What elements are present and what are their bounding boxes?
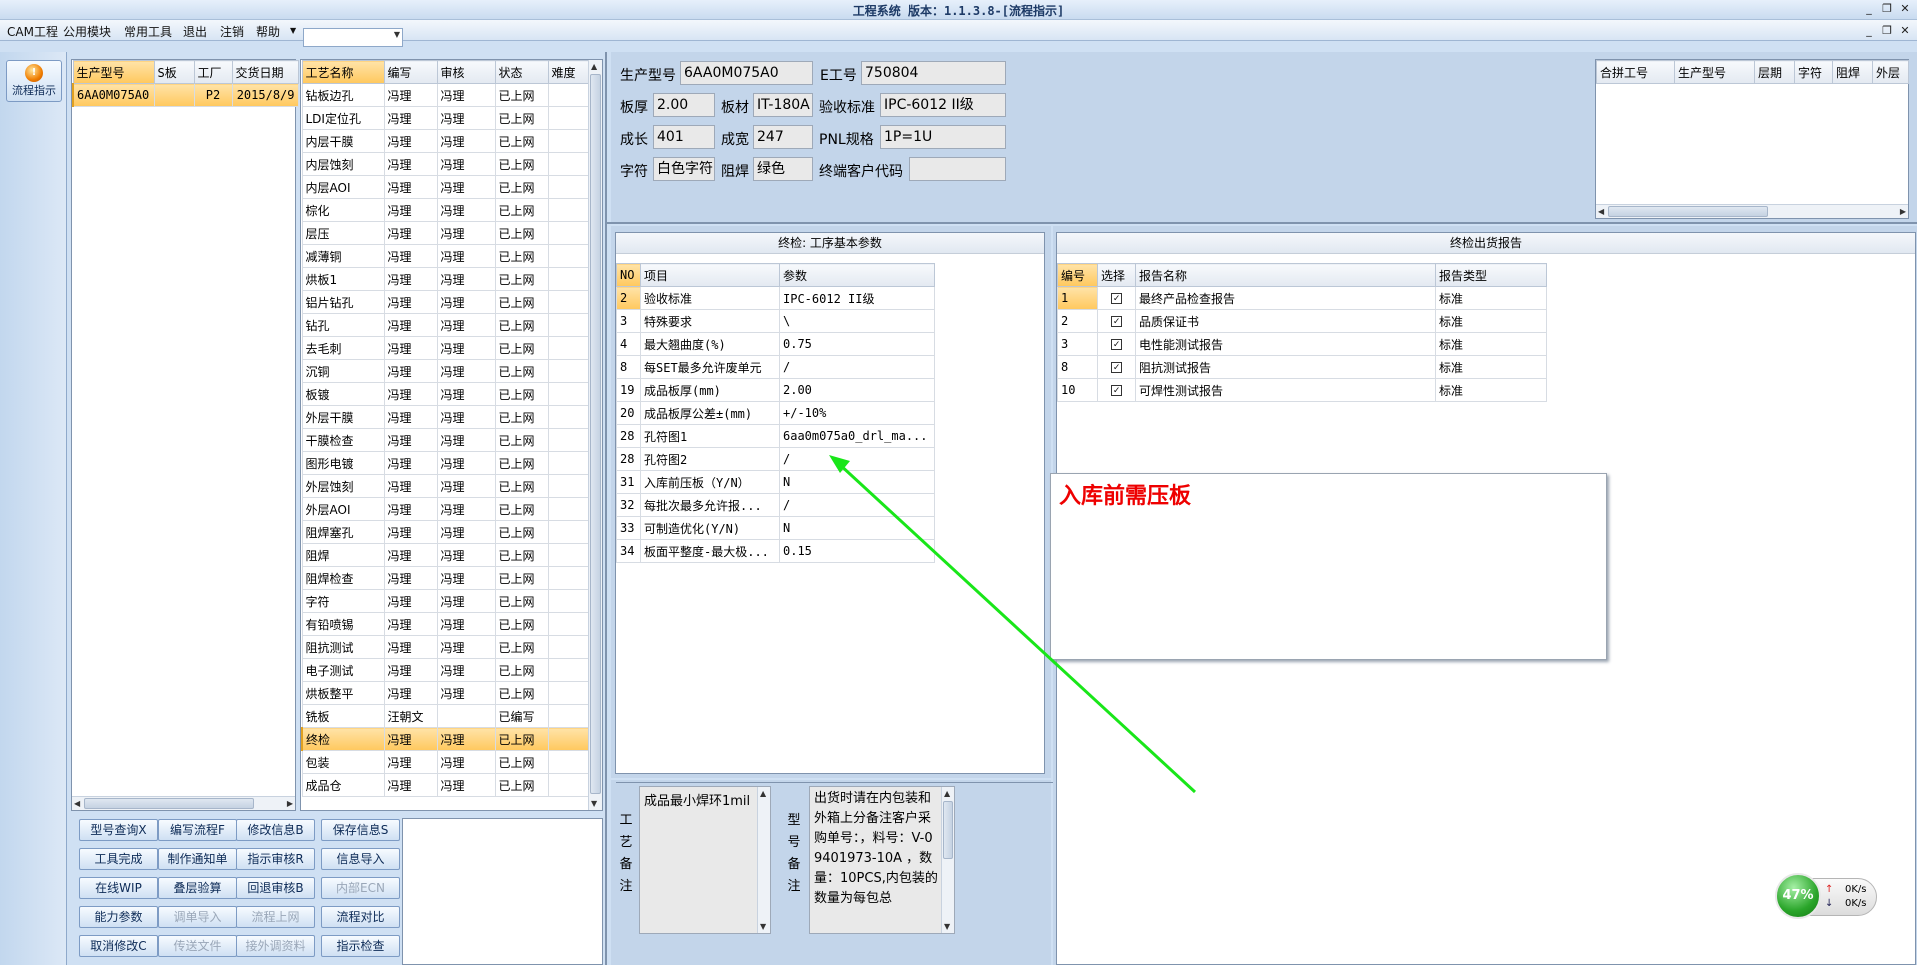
upload-arrow-icon: ↑	[1825, 884, 1834, 895]
speed-gauge: 47%	[1775, 873, 1821, 919]
upload-speed: 0K/s	[1845, 884, 1867, 895]
annotation-arrow-line	[836, 461, 1197, 794]
download-arrow-icon: ↓	[1825, 898, 1834, 909]
annotation-arrow	[829, 455, 1197, 794]
network-speed-widget[interactable]: 47% ↑ ↓ 0K/s 0K/s	[1775, 873, 1880, 921]
download-speed: 0K/s	[1845, 898, 1867, 909]
